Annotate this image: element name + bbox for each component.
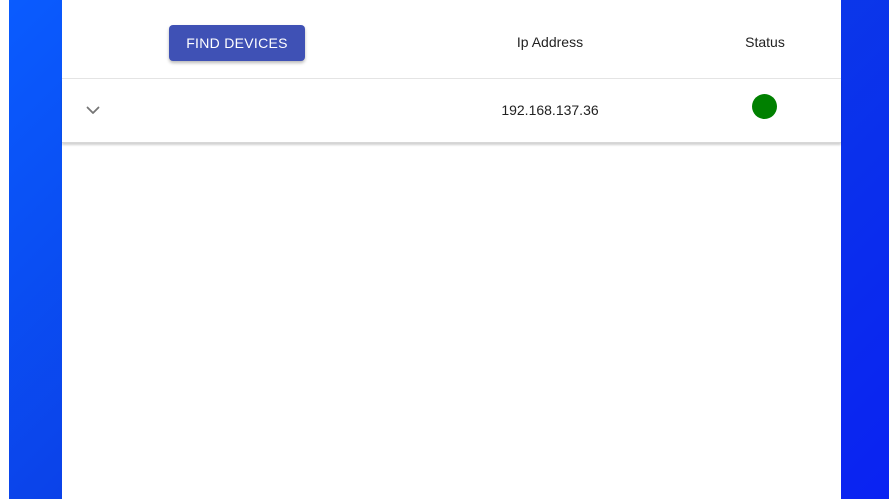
chevron-down-icon[interactable]	[82, 99, 104, 121]
find-devices-button[interactable]: FIND DEVICES	[169, 25, 305, 61]
devices-panel: FIND DEVICES Ip Address Status 192.168.1…	[62, 0, 841, 499]
chevron-down-icon-glyph	[86, 106, 100, 114]
ip-address-column-header: Ip Address	[516, 34, 584, 50]
table-row[interactable]: 192.168.137.36	[62, 79, 841, 143]
table-header: FIND DEVICES Ip Address Status	[62, 0, 841, 79]
status-column-header: Status	[745, 34, 785, 50]
ip-address-cell: 192.168.137.36	[501, 102, 599, 118]
status-indicator	[752, 94, 777, 119]
left-edge-strip	[0, 0, 9, 499]
